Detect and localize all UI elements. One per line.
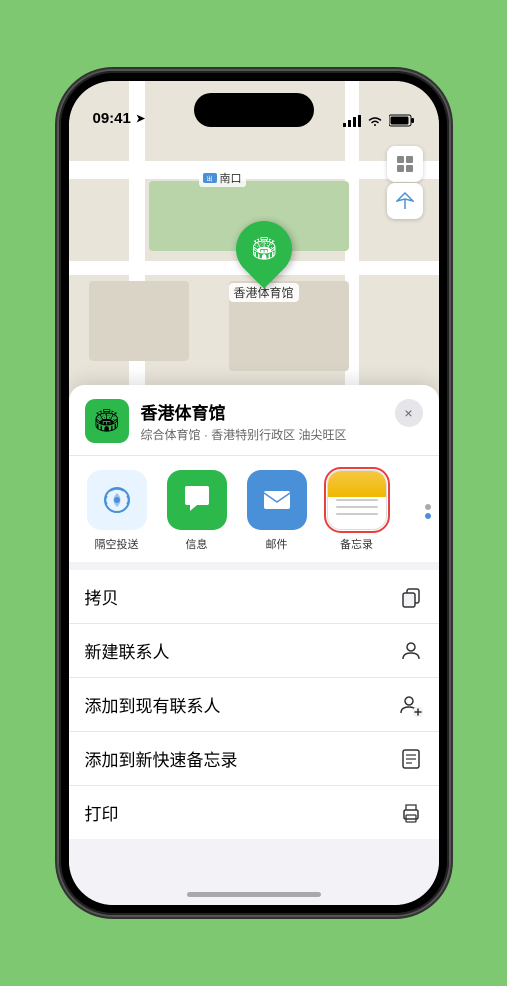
map-type-button[interactable] — [387, 146, 423, 182]
dynamic-island — [194, 93, 314, 127]
venue-description: 综合体育馆 · 香港特别行政区 油尖旺区 — [141, 426, 383, 443]
pin-icon: 🏟 — [224, 209, 303, 288]
notes-line-1 — [336, 499, 378, 501]
copy-icon — [399, 585, 423, 609]
signal-icon — [343, 115, 361, 127]
airdrop-icon — [100, 483, 134, 517]
messages-icon — [180, 483, 214, 517]
action-list: 拷贝 新建联系人 添加到现有联系人 — [69, 570, 439, 839]
venue-logo: 🏟 — [85, 399, 129, 443]
status-time: 09:41 ➤ — [93, 110, 146, 127]
map-exit-label: 出 南口 — [199, 169, 246, 187]
venue-info: 香港体育馆 综合体育馆 · 香港特别行政区 油尖旺区 — [141, 399, 383, 443]
status-icons — [343, 114, 415, 127]
share-item-airdrop[interactable]: 隔空投送 — [85, 470, 149, 552]
nankou-text: 南口 — [220, 170, 242, 186]
location-arrow-icon — [396, 192, 414, 210]
share-item-mail[interactable]: 邮件 — [245, 470, 309, 552]
mail-icon-wrap — [247, 470, 307, 530]
location-button[interactable] — [387, 183, 423, 219]
action-new-contact[interactable]: 新建联系人 — [69, 624, 439, 678]
action-print[interactable]: 打印 — [69, 786, 439, 839]
mail-icon — [260, 483, 294, 517]
pin-inner: 🏟 — [250, 236, 278, 262]
exit-icon: 出 — [203, 173, 217, 183]
print-icon — [399, 801, 423, 825]
person-add-icon — [399, 693, 423, 717]
time-display: 09:41 — [93, 110, 131, 127]
notes-label: 备忘录 — [340, 536, 373, 552]
map-controls — [387, 146, 423, 219]
map-road-h — [69, 161, 439, 179]
airdrop-icon-wrap — [87, 470, 147, 530]
mail-label: 邮件 — [266, 536, 288, 552]
share-item-messages[interactable]: 信息 — [165, 470, 229, 552]
phone-screen: 09:41 ➤ — [69, 81, 439, 905]
messages-label: 信息 — [186, 536, 208, 552]
close-button[interactable]: × — [395, 399, 423, 427]
venue-header: 🏟 香港体育馆 综合体育馆 · 香港特别行政区 油尖旺区 × — [69, 385, 439, 456]
note-icon — [399, 747, 423, 771]
action-add-note[interactable]: 添加到新快速备忘录 — [69, 732, 439, 786]
bottom-sheet: 🏟 香港体育馆 综合体育馆 · 香港特别行政区 油尖旺区 × — [69, 385, 439, 905]
map-block-3 — [89, 281, 189, 361]
new-contact-label: 新建联系人 — [85, 638, 170, 663]
share-more-indicator — [403, 470, 439, 552]
messages-icon-wrap — [167, 470, 227, 530]
close-icon: × — [404, 405, 412, 421]
action-add-existing-contact[interactable]: 添加到现有联系人 — [69, 678, 439, 732]
share-item-notes[interactable]: 备忘录 — [325, 470, 389, 552]
person-icon — [399, 639, 423, 663]
venue-name: 香港体育馆 — [141, 399, 383, 424]
airdrop-label: 隔空投送 — [95, 536, 139, 552]
notes-lines — [336, 499, 378, 515]
copy-label: 拷贝 — [85, 584, 119, 609]
print-label: 打印 — [85, 800, 119, 825]
add-note-label: 添加到新快速备忘录 — [85, 746, 238, 771]
venue-logo-icon: 🏟 — [93, 408, 121, 434]
share-row: 隔空投送 信息 — [69, 456, 439, 562]
action-copy[interactable]: 拷贝 — [69, 570, 439, 624]
battery-icon — [389, 114, 415, 127]
notes-line-3 — [336, 513, 378, 515]
map-type-icon — [395, 154, 415, 174]
phone-frame: 09:41 ➤ — [59, 71, 449, 915]
home-indicator — [187, 892, 321, 897]
location-icon: ➤ — [136, 112, 145, 125]
wifi-icon — [367, 115, 383, 127]
map-pin[interactable]: 🏟 香港体育馆 — [229, 221, 299, 302]
notes-line-2 — [336, 506, 378, 508]
notes-header — [328, 471, 386, 497]
add-existing-contact-label: 添加到现有联系人 — [85, 692, 221, 717]
notes-icon-wrap — [327, 470, 387, 530]
